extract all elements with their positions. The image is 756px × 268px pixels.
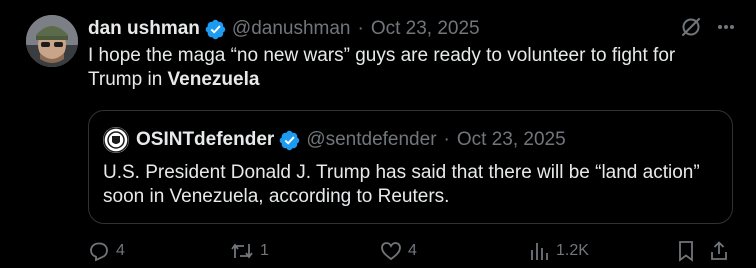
repost-button[interactable]: 1 (230, 240, 269, 262)
bookmark-icon (679, 241, 693, 262)
reply-button[interactable]: 4 (88, 240, 125, 262)
action-bar: 4 1 4 1.2K (88, 240, 728, 268)
repost-count: 1 (260, 242, 269, 259)
quoted-handle[interactable]: @sentdefender (306, 129, 436, 151)
quoted-avatar (103, 127, 129, 153)
tweet-text: I hope the maga “no new wars” guys are r… (88, 44, 728, 92)
verified-badge-icon (205, 19, 226, 39)
views-icon (531, 243, 548, 260)
grok-icon[interactable] (680, 16, 702, 38)
views-count: 1.2K (556, 242, 589, 259)
tweet[interactable]: dan ushman @danushman · Oct 23, 2025 I h… (0, 0, 756, 262)
quoted-date[interactable]: Oct 23, 2025 (457, 129, 566, 151)
share-icon (711, 241, 727, 260)
separator-dot: · (443, 129, 450, 150)
osint-logo-icon (103, 127, 129, 153)
bookmark-button[interactable] (676, 240, 696, 262)
verified-badge-icon (279, 130, 300, 150)
tweet-date[interactable]: Oct 23, 2025 (371, 18, 480, 40)
top-actions (680, 16, 736, 38)
quoted-display-name[interactable]: OSINTdefender (136, 129, 274, 151)
avatar-image (26, 15, 78, 67)
quoted-tweet[interactable]: OSINTdefender @sentdefender · Oct 23, 20… (88, 110, 733, 224)
separator-dot: · (357, 18, 364, 39)
tweet-header: dan ushman @danushman · Oct 23, 2025 (88, 16, 480, 42)
share-button[interactable] (708, 240, 730, 262)
avatar[interactable] (26, 15, 78, 67)
views-button[interactable]: 1.2K (528, 240, 589, 262)
like-button[interactable]: 4 (380, 240, 417, 262)
quoted-tweet-text: U.S. President Donald J. Trump has said … (103, 162, 700, 207)
more-icon[interactable] (716, 17, 736, 37)
repost-icon (231, 243, 253, 259)
reply-icon (90, 242, 108, 262)
like-count: 4 (408, 242, 417, 259)
author-display-name[interactable]: dan ushman (88, 18, 200, 40)
tweet-text-bold: Venezuela (167, 69, 260, 90)
author-handle[interactable]: @danushman (232, 18, 351, 40)
like-icon (381, 242, 401, 261)
reply-count: 4 (116, 242, 125, 259)
quoted-tweet-header: OSINTdefender @sentdefender · Oct 23, 20… (103, 127, 566, 153)
